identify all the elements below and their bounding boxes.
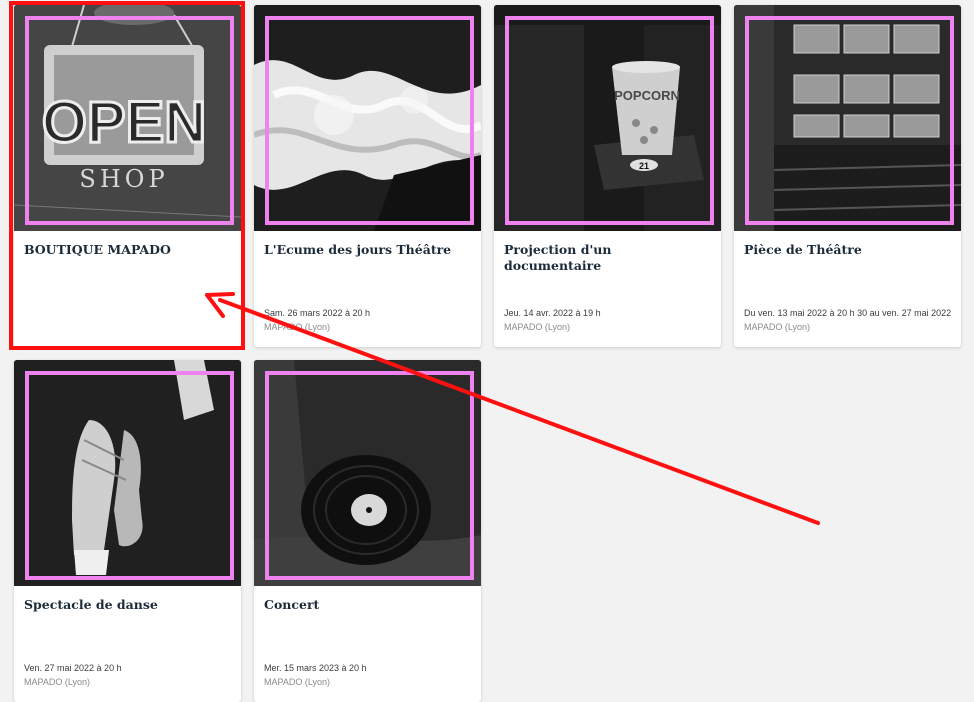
svg-text:SHOP: SHOP [79, 165, 168, 193]
event-date: Sam. 26 mars 2022 à 20 h [264, 308, 371, 318]
ballet-shoes-image [14, 360, 241, 586]
event-date: Du ven. 13 mai 2022 à 20 h 30 au ven. 27… [744, 308, 952, 318]
event-meta: Ven. 27 mai 2022 à 20 h MAPADO (Lyon) [24, 661, 233, 689]
event-title[interactable]: L'Ecume des jours Théâtre [264, 242, 471, 258]
event-place: MAPADO (Lyon) [24, 677, 91, 687]
ocean-wave-image [254, 5, 481, 231]
svg-text:POPCORN: POPCORN [614, 88, 680, 103]
event-date: Jeu. 14 avr. 2022 à 19 h [504, 308, 601, 318]
svg-text:OPEN: OPEN [42, 90, 206, 155]
svg-text:21: 21 [639, 161, 649, 171]
event-title[interactable]: Projection d'un documentaire [504, 242, 711, 274]
event-place: MAPADO (Lyon) [264, 322, 331, 332]
event-date: Mer. 15 mars 2023 à 20 h [264, 663, 367, 673]
event-title[interactable]: Concert [264, 597, 471, 613]
event-title[interactable]: Spectacle de danse [24, 597, 231, 613]
event-card-ecume-des-jours[interactable]: L'Ecume des jours Théâtre Sam. 26 mars 2… [254, 5, 481, 347]
event-place: MAPADO (Lyon) [504, 322, 571, 332]
theatre-hall-image [734, 5, 961, 231]
event-card-projection[interactable]: POPCORN 21 Projection d'un documentaire … [494, 5, 721, 347]
event-card-piece-de-theatre[interactable]: Pièce de Théâtre Du ven. 13 mai 2022 à 2… [734, 5, 961, 347]
event-card-spectacle-de-danse[interactable]: Spectacle de danse Ven. 27 mai 2022 à 20… [14, 360, 241, 702]
event-meta: Jeu. 14 avr. 2022 à 19 h MAPADO (Lyon) [504, 306, 713, 334]
event-title[interactable]: Pièce de Théâtre [744, 242, 951, 258]
event-date: Ven. 27 mai 2022 à 20 h [24, 663, 122, 673]
popcorn-cinema-image: POPCORN 21 [494, 5, 721, 231]
event-place: MAPADO (Lyon) [744, 322, 811, 332]
event-meta: Sam. 26 mars 2022 à 20 h MAPADO (Lyon) [264, 306, 473, 334]
event-place: MAPADO (Lyon) [264, 677, 331, 687]
open-shop-sign-image: OPEN SHOP [14, 5, 241, 231]
event-card-boutique[interactable]: OPEN SHOP BOUTIQUE MAPADO [14, 5, 241, 347]
event-card-concert[interactable]: Concert Mer. 15 mars 2023 à 20 h MAPADO … [254, 360, 481, 702]
event-title[interactable]: BOUTIQUE MAPADO [24, 242, 231, 258]
event-meta: Du ven. 13 mai 2022 à 20 h 30 au ven. 27… [744, 306, 953, 334]
vinyl-record-image [254, 360, 481, 586]
event-meta: Mer. 15 mars 2023 à 20 h MAPADO (Lyon) [264, 661, 473, 689]
